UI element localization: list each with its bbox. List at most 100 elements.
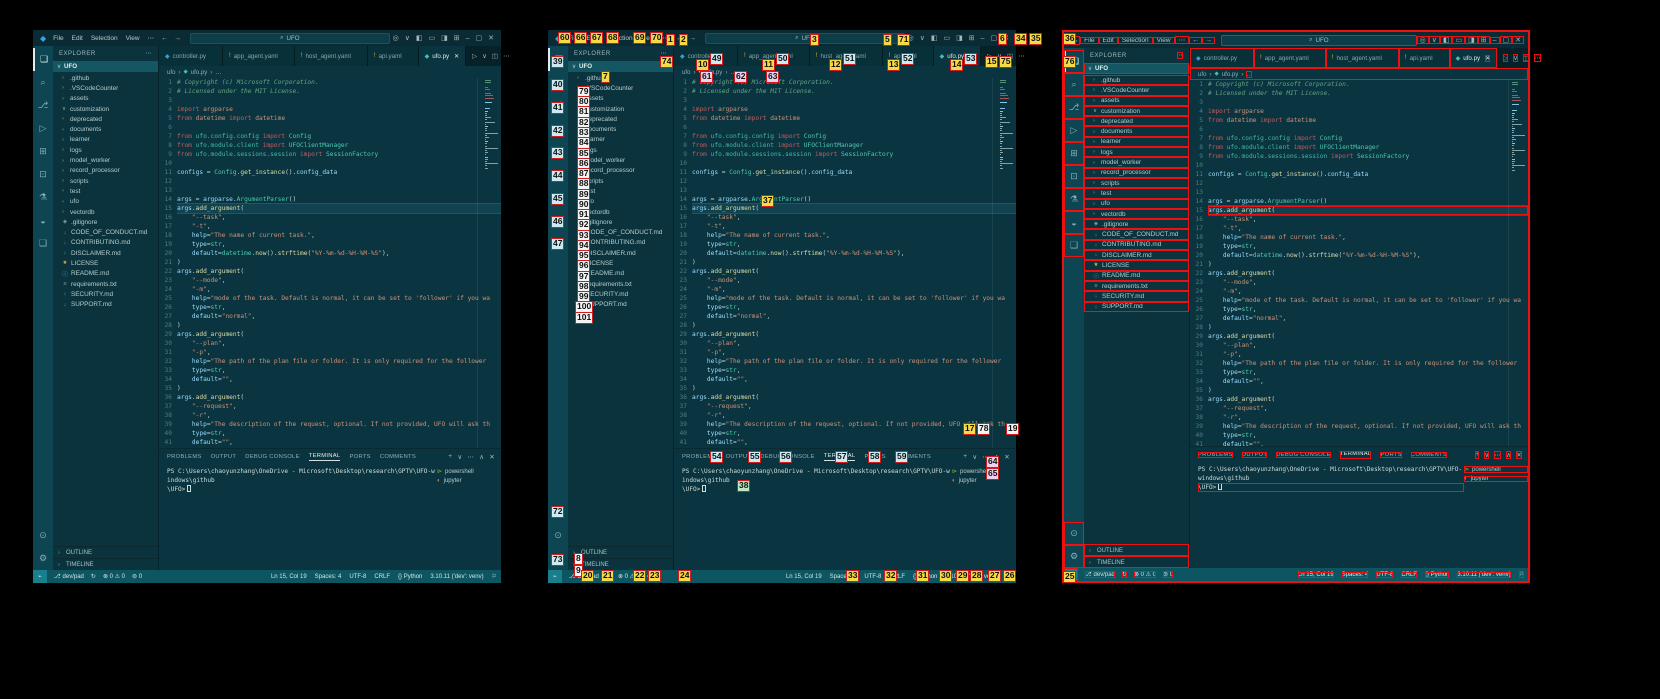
explorer-more-icon[interactable]: ⋯ [661,50,668,57]
tree-item-license[interactable]: ★LICENSE [1084,260,1189,270]
layout-toggle-icon-3[interactable]: ⊞ [966,34,978,42]
eol-status[interactable]: CRLF [374,574,390,580]
settings-chevron-icon[interactable]: ∨ [402,34,413,42]
problems-status[interactable]: ⊗ 0 ⚠ 0 [618,573,640,580]
sidebar-section-timeline[interactable]: ›TIMELINE [568,558,673,570]
shell-powershell[interactable]: ⊳powershell [1464,466,1528,473]
cursor-position-status[interactable]: Ln 15, Col 19 [1298,572,1334,578]
extra-status[interactable]: ⊜ 0 [132,573,142,580]
run-chevron-icon[interactable]: ∨ [997,52,1002,60]
tree-root-ufo[interactable]: ∨UFO [1084,63,1189,74]
language-mode-status[interactable]: {} Python [398,574,422,580]
comments-icon[interactable]: ❑ [1064,234,1084,257]
tree-item-customization[interactable]: ∨customization [53,104,158,114]
breadcrumb[interactable]: ufo›◆ufo.py›… [674,66,1016,78]
tab-ufo-py[interactable]: ◆ufo.py✕ [934,46,982,66]
tree-item-requirements-txt[interactable]: ≡requirements.txt [1084,281,1189,291]
explorer-icon[interactable]: ❏ [1064,50,1084,73]
problems-status[interactable]: ⊗ 0 ⚠ 0 [103,573,125,580]
editor-more-icon[interactable]: ⋯ [1018,52,1025,60]
tree-item-vscodecounter[interactable]: ›.VSCodeCounter [53,83,158,93]
git-branch-status[interactable]: ⎇dev/pad [54,573,84,580]
comments-icon[interactable]: ❑ [33,232,53,255]
source-control-icon[interactable]: ⎇ [1064,96,1084,119]
remote-indicator[interactable]: ⌁ [548,570,562,583]
tree-item-deprecated[interactable]: ›deprecated [1084,116,1189,126]
tree-item-test[interactable]: ›test [1084,188,1189,198]
tree-item-support-md[interactable]: ↓SUPPORT.md [1084,302,1189,312]
settings-chevron-icon[interactable]: ∨ [917,34,928,42]
tree-item-scripts[interactable]: ›scripts [568,176,673,186]
tree-item-security-md[interactable]: ↓SECURITY.md [1084,291,1189,301]
tree-item-support-md[interactable]: ↓SUPPORT.md [568,300,673,310]
sync-icon[interactable]: ↻ [91,573,96,580]
sidebar-section-timeline[interactable]: ›TIMELINE [53,558,158,570]
code-line-15[interactable]: args.add_argument( [177,204,501,213]
tree-root-ufo[interactable]: ∨UFO [568,61,673,72]
vscode-logo-icon[interactable]: ◆ [37,34,49,43]
tree-item-model-worker[interactable]: ›model_worker [568,155,673,165]
minimize-button[interactable]: – [463,35,473,42]
tab-ufo-py[interactable]: ◆ufo.py✕ [419,46,467,66]
panel-tab-output[interactable]: OUTPUT [726,454,752,460]
testing-icon[interactable]: ⚗ [1064,188,1084,211]
panel-tab-terminal[interactable]: TERMINAL [1340,451,1372,459]
panel-maximize-icon[interactable]: ∧ [1506,451,1511,459]
tree-item-contributing-md[interactable]: ↓CONTRIBUTING.md [568,238,673,248]
panel-more-icon[interactable]: ⋯ [467,453,474,461]
remote-explorer-icon[interactable]: ⊡ [33,163,53,186]
code-line-15[interactable]: args.add_argument( [1208,206,1528,215]
shell-powershell[interactable]: ⊳powershell [952,468,1016,475]
language-mode-status[interactable]: {} Python [1425,572,1449,578]
python-interpreter-status[interactable]: 3.10.11 ('dev': venv) [945,574,998,580]
minimize-button[interactable]: – [978,35,988,42]
sidebar-section-timeline[interactable]: ›TIMELINE [1084,556,1189,568]
settings-chevron-icon[interactable]: ∨ [1429,36,1440,44]
run-debug-icon[interactable]: ▷ [33,117,53,140]
tree-item-gitignore[interactable]: ◈.gitignore [1084,219,1189,229]
sidebar-section-outline[interactable]: ›OUTLINE [1084,544,1189,556]
vscode-logo-icon[interactable]: ◆ [552,34,564,43]
layout-toggle-icon-1[interactable]: ▭ [425,34,438,42]
layout-toggle-icon-1[interactable]: ▭ [940,34,953,42]
menu-selection[interactable]: Selection [602,35,637,42]
menu-item[interactable]: ⋯ [144,34,159,42]
settings-top-icon[interactable]: ◎ [1417,36,1429,44]
tree-item-disclaimer-md[interactable]: ↓DISCLAIMER.md [53,248,158,258]
tab-ufo-py[interactable]: ◆ufo.py✕ [1450,48,1498,68]
tree-item-github[interactable]: ›.github [53,73,158,83]
tab-api-yaml[interactable]: !api.yaml✕ [883,46,934,66]
tree-item-documents[interactable]: ›documents [53,124,158,134]
run-button-icon[interactable]: ▷ [472,52,477,60]
tree-item-model-worker[interactable]: ›model_worker [1084,157,1189,167]
tree-item-test[interactable]: ›test [568,186,673,196]
python-interpreter-status[interactable]: 3.10.11 ('dev': venv) [430,574,483,580]
nav-back-icon[interactable]: ← [158,35,171,42]
layout-toggle-icon-1[interactable]: ▭ [1452,36,1465,44]
tree-item-assets[interactable]: ›assets [1084,96,1189,106]
menu-selection[interactable]: Selection [1118,37,1153,44]
tree-item-license[interactable]: ★LICENSE [568,258,673,268]
close-button[interactable]: ✕ [1000,34,1012,42]
notifications-icon[interactable]: ⚐ [492,573,497,580]
code-line-15[interactable]: args.add_argument( [692,204,1016,213]
tree-item-disclaimer-md[interactable]: ↓DISCLAIMER.md [1084,250,1189,260]
tree-item-customization[interactable]: ∨customization [1084,106,1189,116]
menu-file[interactable]: File [564,35,582,42]
docker-icon[interactable]: ◒ [1064,211,1084,234]
panel-tab-terminal[interactable]: TERMINAL [309,453,341,461]
tree-item-scripts[interactable]: ›scripts [1084,178,1189,188]
panel-tab-debug-console[interactable]: DEBUG CONSOLE [760,454,814,460]
run-chevron-icon[interactable]: ∨ [1513,54,1518,62]
new-terminal-icon[interactable]: + [448,453,452,461]
panel-tab-output[interactable]: OUTPUT [211,454,237,460]
split-editor-icon[interactable]: ◫ [492,52,498,60]
git-branch-status[interactable]: ⎇dev/pad [569,573,599,580]
docker-icon[interactable]: ◒ [548,209,568,232]
sync-icon[interactable]: ↻ [606,573,611,580]
tree-root-ufo[interactable]: ∨UFO [53,61,158,72]
breadcrumb-more[interactable]: … [1246,71,1252,78]
run-debug-icon[interactable]: ▷ [1064,119,1084,142]
close-button[interactable]: ✕ [1512,36,1524,44]
settings-icon[interactable]: ⚙ [1064,545,1084,568]
